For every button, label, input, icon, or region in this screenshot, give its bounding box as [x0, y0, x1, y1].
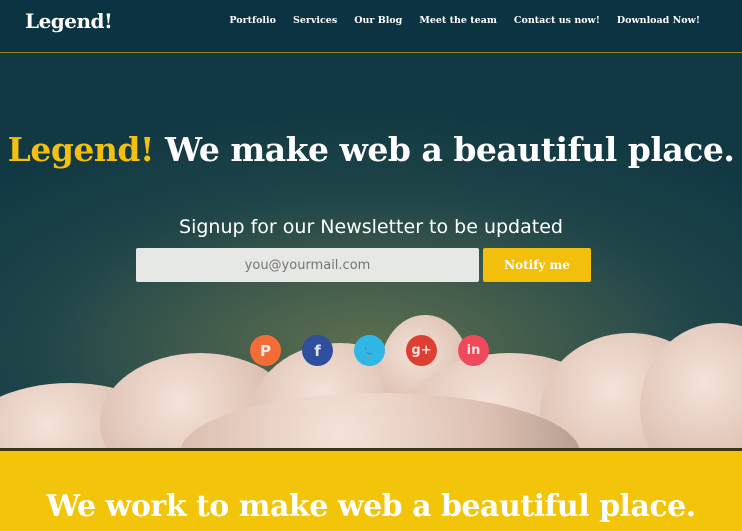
- email-input[interactable]: [136, 248, 479, 282]
- nav-meet-the-team[interactable]: Meet the team: [419, 15, 497, 26]
- notify-me-button[interactable]: Notify me: [483, 248, 591, 282]
- nav-our-blog[interactable]: Our Blog: [354, 15, 402, 26]
- nav-contact-us[interactable]: Contact us now!: [514, 15, 600, 26]
- pinterest-glyph: P: [260, 341, 271, 360]
- pinterest-icon[interactable]: P: [250, 335, 281, 366]
- nav-download[interactable]: Download Now!: [617, 15, 700, 26]
- nav-portfolio[interactable]: Portfolio: [229, 15, 276, 26]
- linkedin-glyph: in: [466, 343, 481, 358]
- main-nav: Portfolio Services Our Blog Meet the tea…: [229, 15, 700, 26]
- nav-services[interactable]: Services: [293, 15, 337, 26]
- linkedin-icon[interactable]: in: [458, 335, 489, 366]
- twitter-glyph: 🐦: [362, 343, 377, 358]
- logo[interactable]: Legend!: [25, 9, 113, 33]
- google-plus-icon[interactable]: g+: [406, 335, 437, 366]
- newsletter-heading: Signup for our Newsletter to be updated: [179, 216, 563, 238]
- hero-section: Legend! We make web a beautiful place. S…: [0, 53, 742, 448]
- headline-brand: Legend!: [7, 130, 155, 169]
- tagline-band: We work to make web a beautiful place.: [0, 448, 742, 531]
- hero-headline: Legend! We make web a beautiful place.: [0, 130, 742, 169]
- band-title: We work to make web a beautiful place.: [46, 489, 696, 524]
- site-header: Legend! Portfolio Services Our Blog Meet…: [0, 0, 742, 53]
- google-plus-glyph: g+: [411, 343, 432, 358]
- headline-text: We make web a beautiful place.: [164, 130, 735, 169]
- facebook-glyph: f: [314, 341, 321, 360]
- facebook-icon[interactable]: f: [302, 335, 333, 366]
- twitter-icon[interactable]: 🐦: [354, 335, 385, 366]
